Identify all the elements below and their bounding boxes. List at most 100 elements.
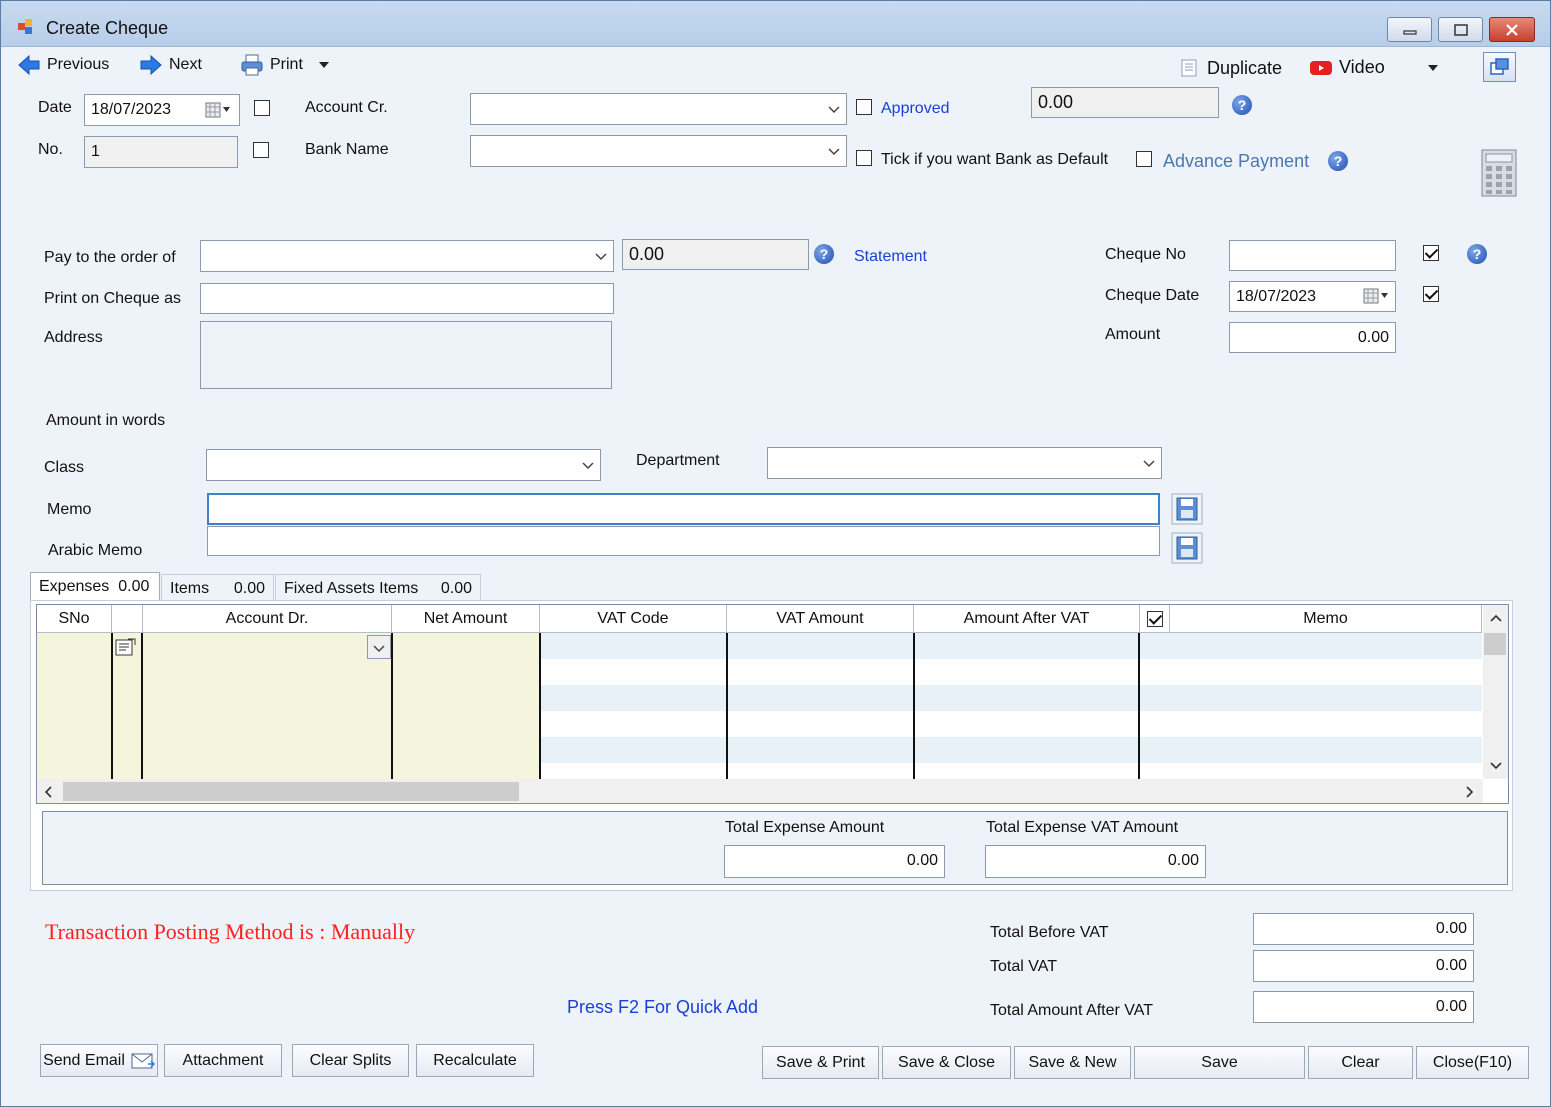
row-edit-icon[interactable]: [115, 637, 137, 657]
grid-row[interactable]: [540, 685, 1482, 711]
pay-to-label: Pay to the order of: [44, 249, 176, 266]
help-icon[interactable]: ?: [814, 244, 834, 264]
class-label: Class: [44, 459, 85, 476]
recalculate-label: Recalculate: [433, 1051, 517, 1069]
horizontal-scroll-thumb[interactable]: [63, 782, 519, 801]
col-net-amount[interactable]: Net Amount: [392, 605, 540, 633]
advance-payment-checkbox[interactable]: [1136, 151, 1152, 167]
attachment-label: Attachment: [182, 1051, 264, 1069]
tab-fixed-assets[interactable]: Fixed Assets Items 0.00: [275, 574, 481, 602]
close-window-button[interactable]: [1489, 17, 1535, 42]
amount-in-words-label: Amount in words: [46, 412, 166, 429]
bank-default-checkbox[interactable]: [856, 150, 872, 166]
arrow-left-icon: [18, 54, 40, 76]
chevron-down-icon: [1143, 460, 1155, 468]
close-label: Close(F10): [1432, 1053, 1513, 1071]
restore-layout-button[interactable]: [1483, 52, 1516, 82]
col-account-dr[interactable]: Account Dr.: [143, 605, 392, 633]
chevron-down-icon: [1490, 762, 1502, 770]
class-dropdown[interactable]: [206, 449, 601, 481]
maximize-button[interactable]: [1438, 17, 1483, 42]
col-memo[interactable]: Memo: [1170, 605, 1482, 633]
arabic-memo-input[interactable]: [207, 526, 1160, 556]
col-vat-amount[interactable]: VAT Amount: [727, 605, 914, 633]
recalculate-button[interactable]: Recalculate: [416, 1044, 534, 1077]
printer-icon: [241, 54, 263, 76]
cheque-no-input[interactable]: [1229, 240, 1396, 271]
more-options-chevron-icon[interactable]: [1426, 63, 1440, 73]
next-button[interactable]: Next: [139, 53, 202, 77]
cheque-date-picker[interactable]: 18/07/2023: [1229, 281, 1396, 312]
pay-to-dropdown[interactable]: [200, 240, 614, 272]
number-checkbox[interactable]: [253, 142, 269, 158]
col-sno[interactable]: SNo: [37, 605, 112, 633]
col-amount-after-vat[interactable]: Amount After VAT: [914, 605, 1140, 633]
save-memo-icon[interactable]: [1171, 493, 1203, 525]
save-new-button[interactable]: Save & New: [1014, 1046, 1131, 1079]
tab-expenses[interactable]: Expenses 0.00: [30, 572, 160, 600]
print-on-cheque-input[interactable]: [200, 283, 614, 314]
help-icon[interactable]: ?: [1328, 151, 1348, 171]
cheque-date-checkbox[interactable]: [1423, 286, 1439, 302]
date-checkbox[interactable]: [254, 100, 270, 116]
date-picker[interactable]: 18/07/2023: [84, 94, 240, 126]
clear-splits-button[interactable]: Clear Splits: [292, 1044, 409, 1077]
attachment-button[interactable]: Attachment: [164, 1044, 282, 1077]
previous-button[interactable]: Previous: [17, 53, 109, 77]
help-icon[interactable]: ?: [1232, 95, 1252, 115]
total-before-vat-value: 0.00: [1435, 920, 1467, 937]
clear-button[interactable]: Clear: [1308, 1046, 1413, 1079]
address-textarea[interactable]: [200, 321, 612, 389]
tab-items[interactable]: Items 0.00: [161, 574, 274, 602]
grid-row[interactable]: [540, 633, 1482, 659]
account-balance-value: 0.00: [1038, 92, 1074, 112]
vertical-scrollbar[interactable]: [1483, 605, 1508, 779]
column-divider: [141, 633, 143, 779]
send-email-button[interactable]: Send Email: [40, 1044, 158, 1077]
save-button[interactable]: Save: [1134, 1046, 1305, 1079]
total-expense-vat-label: Total Expense VAT Amount: [986, 819, 1179, 836]
help-icon[interactable]: ?: [1467, 244, 1487, 264]
account-cr-dropdown[interactable]: [470, 93, 847, 125]
window-restore-icon: [1489, 58, 1509, 75]
chevron-down-icon: [318, 62, 329, 68]
video-button[interactable]: Video: [1309, 57, 1385, 78]
tab-fixed-assets-value: 0.00: [440, 579, 472, 597]
save-arabic-memo-icon[interactable]: [1171, 532, 1203, 564]
duplicate-button[interactable]: Duplicate: [1179, 57, 1282, 79]
statement-link[interactable]: Statement: [854, 248, 927, 266]
duplicate-label: Duplicate: [1207, 57, 1283, 78]
total-after-vat-field: 0.00: [1253, 991, 1474, 1023]
minimize-button[interactable]: [1387, 17, 1432, 42]
col-select[interactable]: [112, 605, 143, 633]
approved-label: Approved: [881, 100, 950, 117]
department-dropdown[interactable]: [767, 447, 1162, 479]
column-divider: [1138, 633, 1140, 779]
grid-row[interactable]: [540, 737, 1482, 763]
chevron-down-icon: [582, 462, 594, 470]
title-bar[interactable]: Create Cheque: [1, 1, 1550, 47]
save-print-button[interactable]: Save & Print: [762, 1046, 879, 1079]
close-button[interactable]: Close(F10): [1416, 1046, 1529, 1079]
calculator-icon[interactable]: [1481, 149, 1517, 197]
chevron-down-icon: [828, 106, 840, 114]
amount-input[interactable]: 0.00: [1229, 322, 1396, 353]
window-title: Create Cheque: [46, 18, 169, 38]
cheque-no-checkbox[interactable]: [1423, 245, 1439, 261]
save-close-button[interactable]: Save & Close: [882, 1046, 1011, 1079]
cheque-number-value: 1: [91, 143, 100, 160]
col-vat-code[interactable]: VAT Code: [540, 605, 727, 633]
account-dr-dropdown-button[interactable]: [367, 635, 391, 659]
col-checkbox[interactable]: [1140, 605, 1170, 633]
approved-checkbox[interactable]: [856, 99, 872, 115]
select-all-checkbox[interactable]: [1146, 610, 1163, 627]
expenses-grid[interactable]: SNo Account Dr. Net Amount VAT Code VAT …: [36, 604, 1509, 804]
cheque-number-field[interactable]: 1: [84, 136, 238, 168]
vertical-scroll-thumb[interactable]: [1484, 633, 1506, 655]
horizontal-scrollbar[interactable]: [37, 779, 1483, 803]
save-print-label: Save & Print: [776, 1053, 865, 1071]
print-button[interactable]: Print: [240, 53, 331, 77]
bank-default-label: Tick if you want Bank as Default: [881, 151, 1109, 168]
bank-name-dropdown[interactable]: [470, 135, 847, 167]
memo-input[interactable]: [207, 493, 1160, 525]
